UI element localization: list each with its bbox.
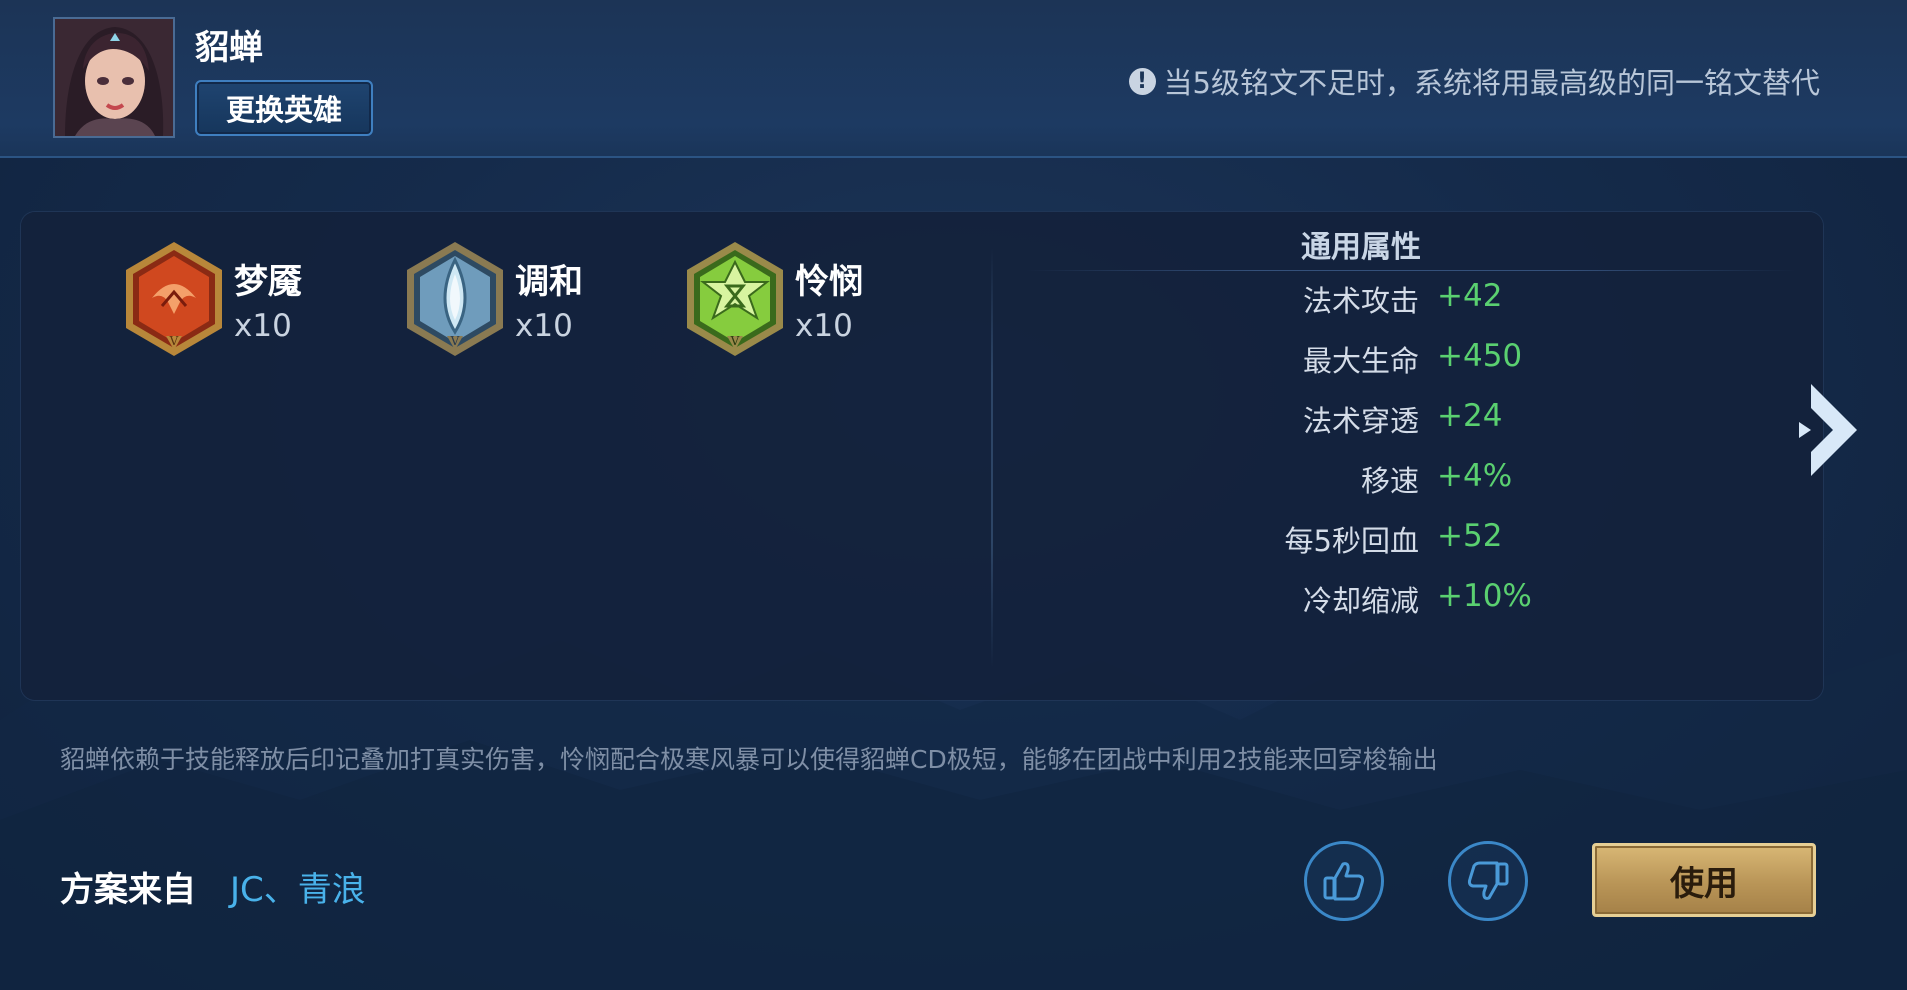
stat-label: 每5秒回血 <box>1284 524 1419 558</box>
svg-text:V: V <box>730 334 740 348</box>
notice: ! 当5级铭文不足时，系统将用最高级的同一铭文替代 <box>1128 60 1820 102</box>
svg-text:V: V <box>450 334 460 348</box>
hero-name: 貂蝉 <box>195 28 263 68</box>
rune-name: 调和 <box>515 262 583 302</box>
like-button[interactable] <box>1304 841 1384 921</box>
red-hexagon-rune-icon: V <box>126 242 222 356</box>
stat-label: 移速 <box>1360 464 1419 498</box>
chevron-right-icon[interactable] <box>1795 380 1865 480</box>
stat-row: 法术穿透 +24 <box>1021 398 1721 442</box>
rune-item-tiaohe[interactable]: V 调和 x10 <box>403 240 583 358</box>
hero-portrait-icon <box>55 19 173 136</box>
change-hero-button[interactable]: 更换英雄 <box>195 80 373 136</box>
use-button[interactable]: 使用 <box>1592 843 1816 917</box>
stat-value: +450 <box>1437 338 1523 374</box>
stat-label: 法术穿透 <box>1302 404 1419 438</box>
panel-divider <box>991 248 993 668</box>
svg-text:V: V <box>169 334 179 348</box>
rune-count: x10 <box>234 308 292 344</box>
stat-row: 法术攻击 +42 <box>1021 278 1721 322</box>
rune-item-lianmin[interactable]: V 怜悯 x10 <box>683 240 863 358</box>
stat-value: +42 <box>1437 278 1503 314</box>
stat-value: +52 <box>1437 518 1503 554</box>
stat-label: 冷却缩减 <box>1302 584 1419 618</box>
thumbs-up-icon <box>1323 862 1365 901</box>
stat-value: +10% <box>1437 578 1532 614</box>
author-label: 方案来自 <box>60 870 196 910</box>
exclamation-icon: ! <box>1128 67 1156 95</box>
author-name[interactable]: JC、青浪 <box>230 862 366 911</box>
blue-teardrop-rune-icon: V <box>407 242 503 356</box>
header-bar: 貂蝉 更换英雄 ! 当5级铭文不足时，系统将用最高级的同一铭文替代 <box>0 0 1907 158</box>
notice-text: 当5级铭文不足时，系统将用最高级的同一铭文替代 <box>1163 66 1820 100</box>
stat-row: 移速 +4% <box>1021 458 1721 502</box>
rune-count: x10 <box>795 308 853 344</box>
rune-item-mengyan[interactable]: V 梦魇 x10 <box>122 240 302 358</box>
stat-value: +4% <box>1437 458 1513 494</box>
stat-label: 法术攻击 <box>1302 284 1419 318</box>
stat-row: 最大生命 +450 <box>1021 338 1721 382</box>
rune-name: 梦魇 <box>234 262 302 302</box>
stats-title-underline <box>1026 270 1796 271</box>
rune-panel: V 梦魇 x10 V 调和 x10 V 怜悯 x10 通用属性 法术攻击 +42… <box>21 212 1823 700</box>
stat-row: 每5秒回血 +52 <box>1021 518 1721 562</box>
hero-avatar[interactable] <box>53 17 175 138</box>
build-description: 貂蝉依赖于技能释放后印记叠加打真实伤害，怜悯配合极寒风暴可以使得貂蝉CD极短，能… <box>60 745 1438 774</box>
stat-row: 冷却缩减 +10% <box>1021 578 1721 622</box>
stats-title: 通用属性 <box>1301 230 1421 265</box>
rune-count: x10 <box>515 308 573 344</box>
green-star-rune-icon: V <box>687 242 783 356</box>
rune-name: 怜悯 <box>795 262 863 302</box>
stat-label: 最大生命 <box>1302 344 1419 378</box>
thumbs-down-icon <box>1467 861 1509 900</box>
stat-value: +24 <box>1437 398 1503 434</box>
dislike-button[interactable] <box>1448 841 1528 921</box>
